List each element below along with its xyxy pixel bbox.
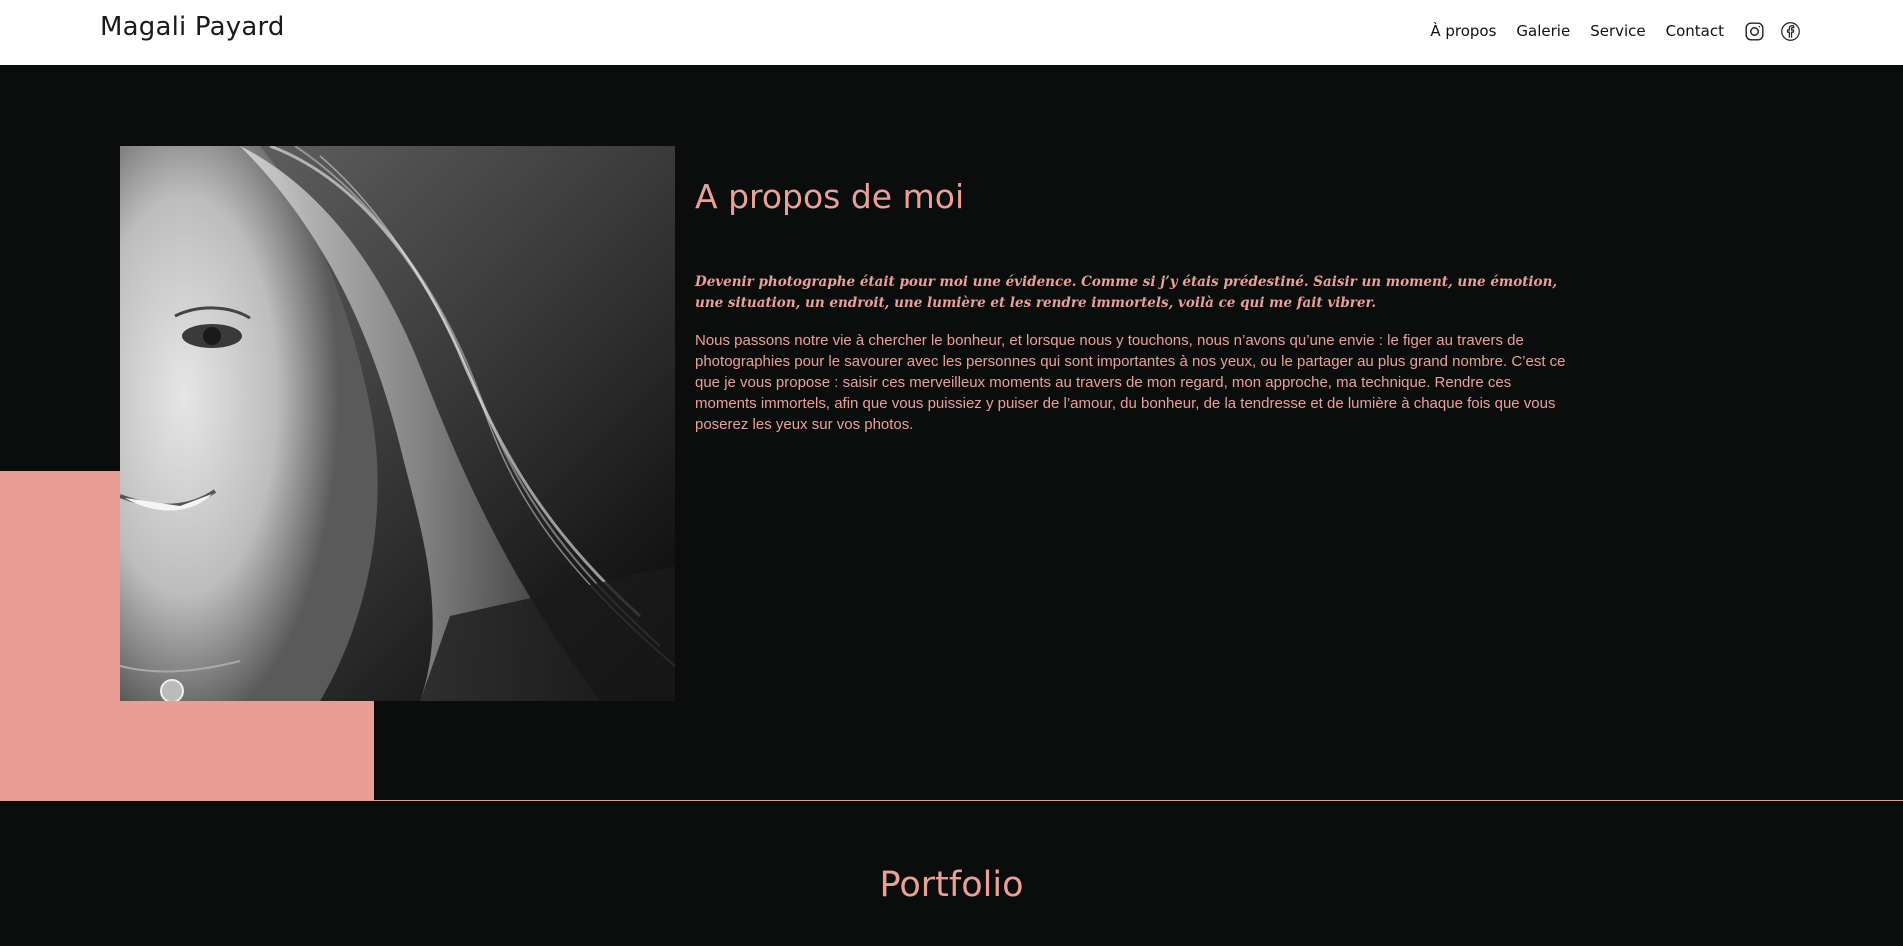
site-header: Magali Payard À propos Galerie Service C…: [0, 0, 1903, 65]
about-section: A propos de moi Devenir photographe étai…: [0, 65, 1903, 801]
portrait-photo: [120, 146, 675, 701]
nav-link-service[interactable]: Service: [1590, 22, 1645, 40]
facebook-icon[interactable]: [1779, 20, 1801, 42]
about-body-text: Nous passons notre vie à chercher le bon…: [695, 332, 1566, 433]
site-logo-text[interactable]: Magali Payard: [100, 12, 285, 42]
about-lead-text: Devenir photographe était pour moi une é…: [695, 274, 1558, 311]
main-nav: À propos Galerie Service Contact: [1410, 20, 1801, 42]
portfolio-section: Portfolio: [0, 801, 1903, 946]
instagram-icon[interactable]: [1743, 20, 1765, 42]
nav-link-galerie[interactable]: Galerie: [1516, 22, 1570, 40]
about-title: A propos de moi: [695, 177, 965, 216]
portfolio-title: Portfolio: [879, 865, 1024, 905]
nav-link-a-propos[interactable]: À propos: [1430, 22, 1496, 40]
nav-link-contact[interactable]: Contact: [1666, 22, 1724, 40]
